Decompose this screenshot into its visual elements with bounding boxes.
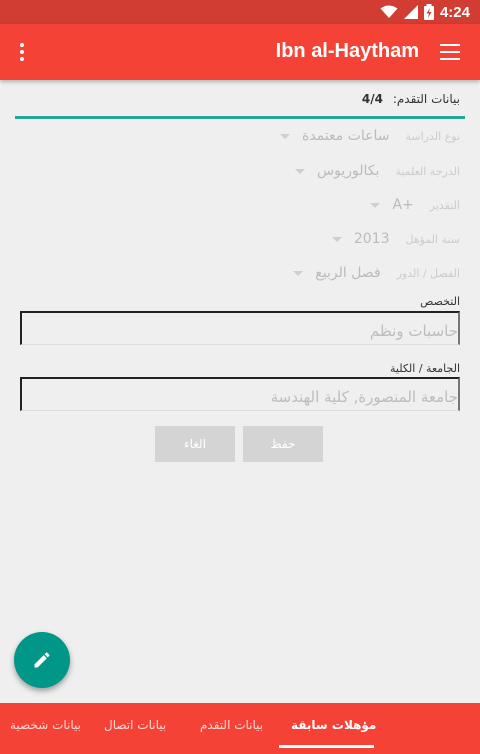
cancel-button[interactable]: الغاء	[155, 426, 235, 462]
grade-spinner[interactable]: التقدير A+	[370, 192, 460, 218]
app-title: Ibn al-Haytham	[275, 40, 419, 62]
field-value: 2013	[353, 231, 390, 247]
app-bar: Ibn al-Haytham	[0, 24, 480, 80]
degree-spinner[interactable]: الدرجة العلمية بكالوريوس	[295, 158, 460, 184]
university-label: الجامعة / الكلية	[390, 362, 460, 375]
tab-previous-qualifications[interactable]: مؤهلات سابقة	[291, 718, 376, 732]
tab-indicator	[279, 745, 374, 748]
status-time: 4:24	[439, 3, 470, 21]
progress-line	[15, 116, 465, 119]
signal-icon	[403, 5, 418, 19]
study-type-spinner[interactable]: نوع الدراسة ساعات معتمدة	[280, 123, 460, 149]
field-label: نوع الدراسة	[405, 129, 460, 143]
field-label: الدرجة العلمية	[395, 164, 460, 178]
field-label: التقدير	[429, 198, 460, 212]
progress-label: بيانات التقدم: 4/4	[362, 92, 460, 106]
status-bar: 4:24	[0, 0, 480, 24]
edit-pencil-icon	[34, 652, 50, 668]
field-value: فصل الربيع	[315, 265, 381, 281]
tab-personal-data[interactable]: بيانات شخصية	[10, 718, 81, 732]
progress-step: 4/4	[361, 92, 383, 106]
field-label: الفصل / الدور	[396, 266, 460, 280]
tab-application-data[interactable]: بيانات التقدم	[200, 718, 263, 732]
specialization-input[interactable]	[20, 311, 460, 345]
field-value: بكالوريوس	[317, 163, 380, 179]
field-value: A+	[392, 197, 414, 213]
progress-label-text: بيانات التقدم:	[392, 92, 460, 106]
dropdown-caret-icon	[370, 202, 381, 208]
dropdown-caret-icon	[280, 133, 291, 139]
field-label: سنة المؤهل	[405, 232, 460, 246]
save-button[interactable]: حفظ	[243, 426, 323, 462]
battery-charging-icon	[423, 4, 434, 20]
dropdown-caret-icon	[293, 270, 304, 276]
status-icons: 4:24	[380, 3, 470, 21]
overflow-menu-icon[interactable]	[8, 36, 36, 68]
edit-fab-button[interactable]	[14, 632, 70, 688]
tab-contact-data[interactable]: بيانات اتصال	[104, 718, 166, 732]
hamburger-menu-icon[interactable]	[440, 44, 460, 60]
bottom-tab-bar: مؤهلات سابقة بيانات التقدم بيانات اتصال …	[0, 703, 480, 754]
field-value: ساعات معتمدة	[302, 128, 390, 144]
qualification-year-spinner[interactable]: سنة المؤهل 2013	[331, 226, 460, 252]
dropdown-caret-icon	[295, 168, 305, 174]
specialization-label: التخصص	[420, 295, 460, 308]
wifi-icon	[380, 5, 398, 18]
university-input[interactable]	[20, 377, 460, 411]
semester-spinner[interactable]: الفصل / الدور فصل الربيع	[293, 260, 460, 286]
dropdown-caret-icon	[331, 236, 342, 242]
